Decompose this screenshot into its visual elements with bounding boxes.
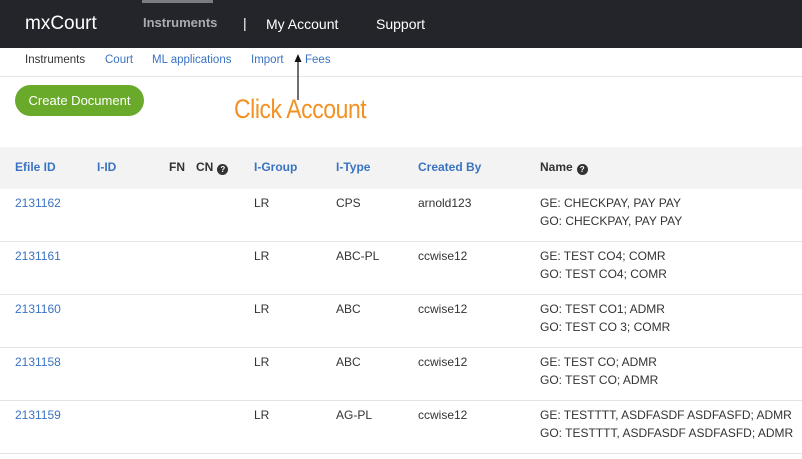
annotation-text: Click Account	[234, 94, 367, 124]
efile-id-link[interactable]: 2131160	[15, 302, 61, 316]
sub-navbar: Instruments Court ML applications Import…	[0, 48, 802, 77]
subnav-court[interactable]: Court	[105, 54, 133, 66]
cell-created-by: ccwise12	[418, 249, 468, 263]
cell-i-type: ABC	[336, 302, 361, 316]
table-row: 2131162 LR CPS arnold123 GE: CHECKPAY, P…	[0, 189, 802, 242]
col-i-type[interactable]: I-Type	[336, 160, 370, 174]
name-line: GE: TEST CO4; COMR	[540, 249, 666, 263]
cell-i-type: ABC-PL	[336, 249, 380, 263]
col-efile-id[interactable]: Efile ID	[15, 160, 56, 174]
efile-id-link[interactable]: 2131161	[15, 249, 61, 263]
name-line: GO: TEST CO1; ADMR	[540, 302, 665, 316]
name-line: GO: TEST CO 3; COMR	[540, 320, 671, 334]
subnav-ml-applications[interactable]: ML applications	[152, 54, 231, 66]
efile-id-link[interactable]: 2131158	[15, 355, 61, 369]
col-fn: FN	[169, 160, 185, 174]
cell-name: GE: TEST CO4; COMR GO: TEST CO4; COMR	[540, 247, 667, 283]
subnav-fees[interactable]: Fees	[305, 54, 331, 66]
cell-created-by: ccwise12	[418, 408, 468, 422]
cell-i-group: LR	[254, 355, 270, 369]
name-line: GE: TEST CO; ADMR	[540, 355, 657, 369]
name-line: GO: TEST CO4; COMR	[540, 267, 667, 281]
col-name-label: Name	[540, 160, 573, 174]
help-icon[interactable]: ?	[576, 164, 588, 175]
name-line: GE: CHECKPAY, PAY PAY	[540, 196, 681, 210]
cell-created-by: arnold123	[418, 196, 472, 210]
nav-my-account[interactable]: My Account	[266, 16, 338, 32]
table-row: 2131160 LR ABC ccwise12 GO: TEST CO1; AD…	[0, 295, 802, 348]
cell-i-type: ABC	[336, 355, 361, 369]
cell-created-by: ccwise12	[418, 355, 468, 369]
cell-i-group: LR	[254, 302, 270, 316]
table-row: 2131158 LR ABC ccwise12 GE: TEST CO; ADM…	[0, 348, 802, 401]
top-navbar: mxCourt Instruments | My Account Support	[0, 0, 802, 48]
col-i-id[interactable]: I-ID	[97, 160, 116, 174]
table-row: 2131159 LR AG-PL ccwise12 GE: TESTTTT, A…	[0, 401, 802, 454]
brand-logo[interactable]: mxCourt	[25, 13, 97, 35]
efile-id-link[interactable]: 2131162	[15, 196, 61, 210]
col-i-group[interactable]: I-Group	[254, 160, 297, 174]
cell-name: GE: TESTTTT, ASDFASDF ASDFASFD; ADMR GO: …	[540, 406, 793, 442]
cell-i-group: LR	[254, 249, 270, 263]
col-cn: CN?	[196, 160, 229, 175]
col-created-by[interactable]: Created By	[418, 160, 481, 174]
nav-separator: |	[243, 15, 247, 31]
nav-instruments[interactable]: Instruments	[143, 15, 217, 30]
name-line: GO: TEST CO; ADMR	[540, 373, 659, 387]
subnav-instruments[interactable]: Instruments	[25, 54, 85, 66]
subnav-import[interactable]: Import	[251, 54, 284, 66]
col-name: Name?	[540, 160, 588, 175]
cell-name: GE: TEST CO; ADMR GO: TEST CO; ADMR	[540, 353, 658, 389]
cell-name: GE: CHECKPAY, PAY PAY GO: CHECKPAY, PAY P…	[540, 194, 682, 230]
cell-i-type: AG-PL	[336, 408, 373, 422]
name-line: GE: TESTTTT, ASDFASDF ASDFASFD; ADMR	[540, 408, 792, 422]
cell-name: GO: TEST CO1; ADMR GO: TEST CO 3; COMR	[540, 300, 670, 336]
col-cn-label: CN	[196, 160, 214, 174]
create-document-button[interactable]: Create Document	[15, 85, 144, 116]
cell-i-type: CPS	[336, 196, 361, 210]
table-header: Efile ID I-ID FN CN? I-Group I-Type Crea…	[0, 147, 802, 189]
name-line: GO: TESTTTT, ASDFASDF ASDFASFD; ADMR	[540, 426, 794, 440]
cell-created-by: ccwise12	[418, 302, 468, 316]
active-nav-indicator	[142, 0, 213, 3]
name-line: GO: CHECKPAY, PAY PAY	[540, 214, 683, 228]
efile-id-link[interactable]: 2131159	[15, 408, 61, 422]
cell-i-group: LR	[254, 196, 270, 210]
table-row: 2131161 LR ABC-PL ccwise12 GE: TEST CO4;…	[0, 242, 802, 295]
cell-i-group: LR	[254, 408, 270, 422]
nav-support[interactable]: Support	[376, 16, 425, 32]
help-icon[interactable]: ?	[217, 164, 229, 175]
